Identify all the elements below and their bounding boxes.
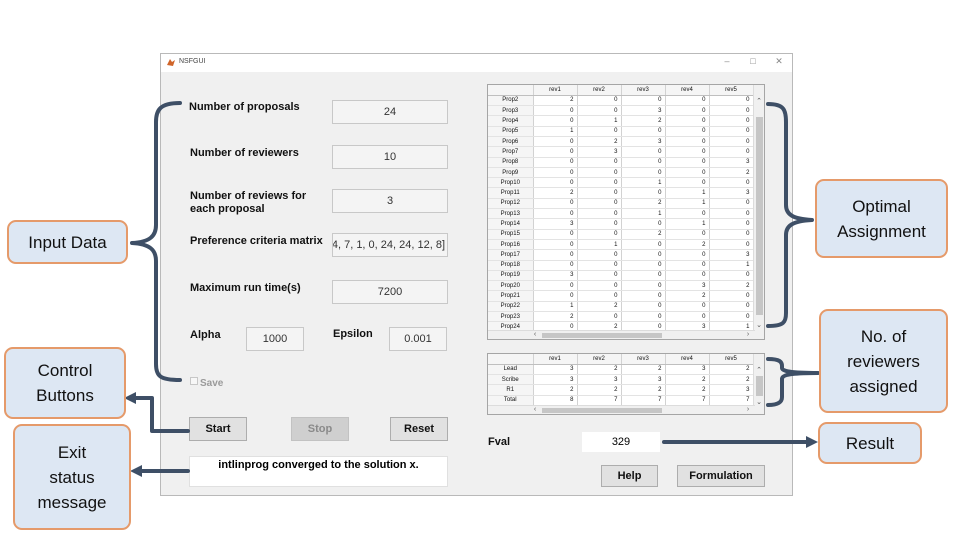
input-data-bracket	[130, 101, 182, 382]
annotation-overlay	[124, 101, 820, 477]
exit-status-callout: Exit status message	[13, 424, 131, 530]
optimal-assignment-bracket	[766, 102, 814, 328]
input-data-callout: Input Data	[7, 220, 128, 264]
control-buttons-callout: Control Buttons	[4, 347, 126, 419]
reviewers-assigned-callout: No. of reviewers assigned	[819, 309, 948, 413]
arrow-head-exit	[130, 465, 142, 477]
result-callout: Result	[818, 422, 922, 464]
arrow-head-result	[806, 436, 818, 448]
count-bracket	[766, 357, 820, 407]
control-buttons-connector	[131, 396, 190, 433]
optimal-assignment-callout: Optimal Assignment	[815, 179, 948, 258]
